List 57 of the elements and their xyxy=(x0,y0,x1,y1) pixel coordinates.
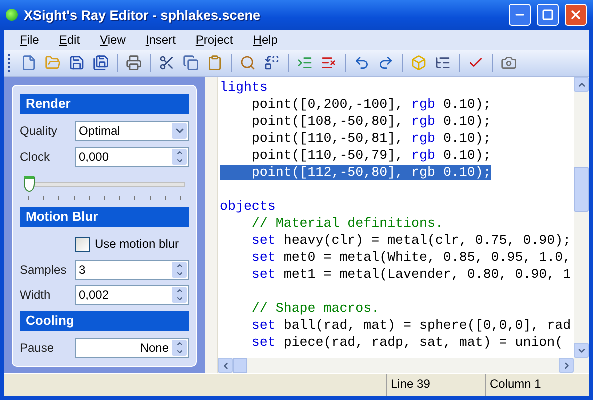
section-header: Render xyxy=(20,94,189,114)
minimize-button[interactable] xyxy=(509,4,531,26)
field-label: Pause xyxy=(20,340,56,355)
code-line: // Shape macros. xyxy=(250,301,380,316)
code-line: set met0 = metal(White, 0.85, 0.95, 1.0, xyxy=(250,250,572,265)
spin-field[interactable]: 0,002 xyxy=(75,285,189,306)
menu-item[interactable]: Edit xyxy=(49,33,90,47)
copy-icon[interactable] xyxy=(181,53,201,73)
spin-arrows-icon[interactable] xyxy=(172,262,187,278)
field-label: Samples xyxy=(20,262,68,277)
code-line: point([110,-50,79], rgb 0.10); xyxy=(250,148,492,163)
menu-item[interactable]: View xyxy=(90,33,136,47)
spin-field[interactable]: 0,000 xyxy=(75,146,189,167)
code-line: point([110,-50,81], rgb 0.10); xyxy=(250,131,492,146)
printer-icon[interactable] xyxy=(124,53,144,73)
dropdown[interactable]: Optimal xyxy=(75,121,189,142)
status-column: Column 1 xyxy=(485,374,589,396)
menu-item[interactable]: Help xyxy=(243,33,288,47)
vertical-scrollbar[interactable] xyxy=(574,77,589,358)
slider-thumb[interactable] xyxy=(24,176,35,192)
field-label: Width xyxy=(20,288,52,302)
code-line: set piece(rad, radp, sat, mat) = union( xyxy=(250,335,564,350)
maximize-button[interactable] xyxy=(537,4,559,26)
menu-item[interactable]: Insert xyxy=(136,33,186,47)
code-line: // Material definitions. xyxy=(250,216,444,231)
field-label: Clock xyxy=(20,150,52,164)
maximize-icon xyxy=(542,9,554,21)
slider[interactable] xyxy=(24,174,185,198)
window-title: XSight's Ray Editor - sphlakes.scene xyxy=(24,8,262,22)
checkbox[interactable] xyxy=(75,236,90,252)
app-icon xyxy=(6,9,18,21)
code-line: set met1 = metal(Lavender, 0.80, 0.90, 1 xyxy=(250,267,572,282)
menu-item[interactable]: File xyxy=(10,33,50,47)
code-line: lights xyxy=(220,80,268,95)
code-line: point([0,200,-100], rgb 0.10); xyxy=(250,97,492,112)
code-line: objects xyxy=(220,199,276,214)
scroll-thumb[interactable] xyxy=(233,358,247,373)
menu-item[interactable]: Project xyxy=(186,33,244,47)
floppy-disks-icon[interactable] xyxy=(91,53,111,73)
code-line: point([108,-50,80], rgb 0.10); xyxy=(250,114,492,129)
status-line: Line 39 xyxy=(386,374,485,396)
spin-arrows-icon[interactable] xyxy=(172,287,187,304)
spin-arrows-icon[interactable] xyxy=(172,340,187,356)
spin-field[interactable]: None xyxy=(75,338,189,358)
section-header: Motion Blur xyxy=(20,207,189,228)
close-icon xyxy=(569,8,583,22)
horizontal-scrollbar[interactable] xyxy=(218,358,589,373)
spin-arrows-icon[interactable] xyxy=(172,148,187,165)
code-editor[interactable] xyxy=(218,77,574,358)
close-button[interactable] xyxy=(565,4,587,26)
code-line: set ball(rad, mat) = sphere([0,0,0], rad xyxy=(250,318,572,333)
field-label: Quality xyxy=(20,124,58,138)
section-header: Cooling xyxy=(20,310,189,330)
scroll-thumb[interactable] xyxy=(574,167,589,212)
checkbox-label: Use motion blur xyxy=(95,237,180,252)
spin-field[interactable]: 3 xyxy=(75,260,189,280)
code-line: set heavy(clr) = metal(clr, 0.75, 0.90); xyxy=(250,233,572,248)
